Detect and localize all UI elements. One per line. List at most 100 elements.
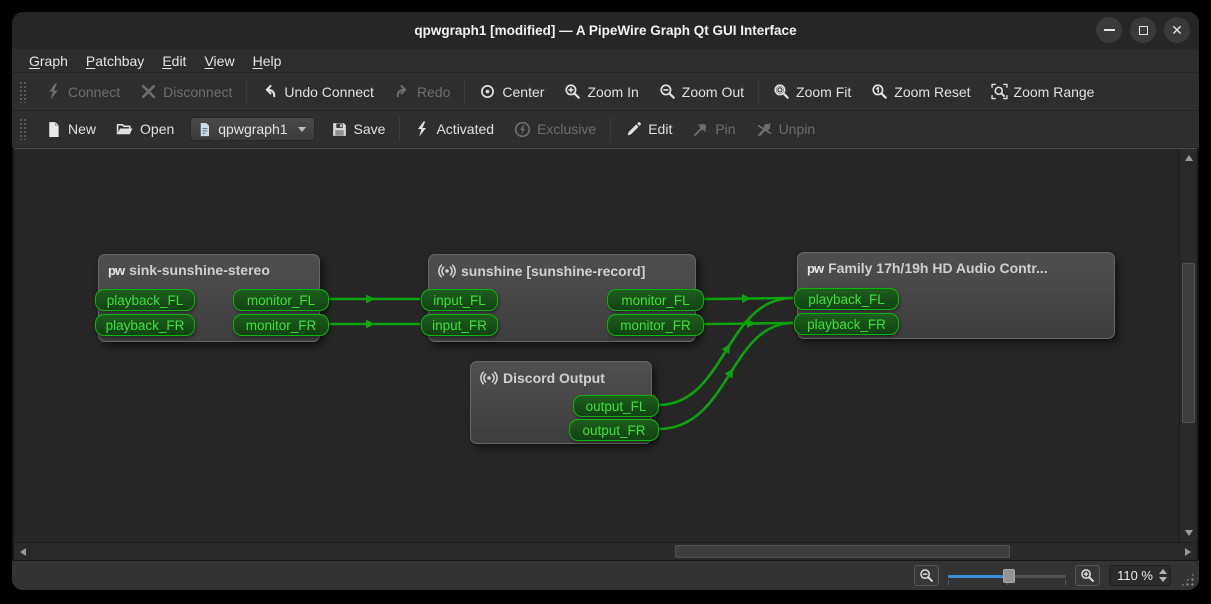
port-playback-fl[interactable]: playback_FL (794, 288, 899, 310)
stream-icon (438, 262, 456, 280)
scroll-right-button[interactable] (1179, 543, 1197, 561)
redo-button[interactable]: Redo (384, 78, 460, 105)
zoom-in-icon (1080, 568, 1095, 583)
zoom-slider-handle[interactable] (1003, 569, 1015, 583)
graph-scene[interactable]: pw sink-sunshine-stereo playback_FL play… (14, 149, 1179, 542)
zoom-in-button[interactable]: Zoom In (554, 78, 648, 105)
exclusive-icon (514, 121, 531, 138)
zoom-fit-icon (773, 83, 790, 100)
new-file-icon (45, 121, 62, 138)
scroll-down-button[interactable] (1180, 524, 1198, 542)
activated-button[interactable]: Activated (404, 116, 504, 142)
connect-button[interactable]: Connect (35, 78, 130, 105)
toolbar-separator (464, 80, 465, 104)
unpin-icon (756, 121, 773, 138)
save-button[interactable]: Save (321, 116, 396, 143)
pin-icon (692, 121, 709, 138)
close-button[interactable]: ✕ (1164, 17, 1190, 43)
unpin-button[interactable]: Unpin (746, 116, 826, 143)
pipewire-icon: pw (807, 261, 823, 276)
zoom-slider[interactable] (948, 566, 1066, 586)
disconnect-icon (140, 83, 157, 100)
titlebar[interactable]: qpwgraph1 [modified] — A PipeWire Graph … (12, 12, 1199, 49)
patchbay-select-value: qpwgraph1 (218, 121, 287, 137)
node-family-hd-audio[interactable]: pw Family 17h/19h HD Audio Contr... play… (797, 252, 1115, 339)
node-discord-output[interactable]: Discord Output output_FL output_FR (470, 361, 652, 444)
port-input-fr[interactable]: input_FR (421, 314, 498, 336)
menu-help[interactable]: Help (244, 52, 291, 70)
canvas-wrap: pw sink-sunshine-stereo playback_FL play… (12, 148, 1199, 560)
port-monitor-fr[interactable]: monitor_FR (607, 314, 704, 336)
connections-layer (14, 149, 1179, 542)
new-button[interactable]: New (35, 116, 106, 143)
toolbar-graph: Connect Disconnect Undo Connect Redo (12, 73, 1199, 111)
redo-icon (394, 83, 411, 100)
undo-connect-button[interactable]: Undo Connect (251, 78, 384, 105)
node-title: sink-sunshine-stereo (129, 262, 270, 278)
port-playback-fr[interactable]: playback_FR (95, 314, 195, 336)
port-playback-fr[interactable]: playback_FR (794, 313, 899, 335)
open-button[interactable]: Open (106, 116, 184, 143)
port-monitor-fr[interactable]: monitor_FR (233, 314, 329, 336)
spin-up-icon[interactable] (1159, 569, 1167, 574)
menu-view[interactable]: View (195, 52, 243, 70)
node-sink-sunshine-stereo[interactable]: pw sink-sunshine-stereo playback_FL play… (98, 254, 320, 342)
undo-icon (261, 83, 278, 100)
port-output-fr[interactable]: output_FR (569, 419, 659, 441)
chevron-down-icon (298, 127, 306, 132)
zoom-range-button[interactable]: Zoom Range (981, 78, 1105, 105)
menubar: Graph Patchbay Edit View Help (12, 49, 1199, 73)
zoom-out-icon (659, 83, 676, 100)
menu-graph[interactable]: Graph (20, 52, 77, 70)
port-monitor-fl[interactable]: monitor_FL (607, 289, 704, 311)
zoom-spinbox[interactable]: 110 % (1109, 565, 1171, 586)
arrow-left-icon (20, 548, 26, 556)
horizontal-scrollbar-thumb[interactable] (675, 545, 1010, 558)
toolbar-drag-handle[interactable] (19, 81, 27, 103)
zoom-out-icon (919, 568, 934, 583)
patchbay-select[interactable]: qpwgraph1 (190, 117, 314, 141)
slider-tick (1065, 580, 1066, 585)
activated-lightning-icon (414, 121, 430, 137)
maximize-button[interactable] (1130, 17, 1156, 43)
toolbar-separator (610, 117, 611, 141)
connect-icon (45, 83, 62, 100)
zoom-fit-button[interactable]: Zoom Fit (763, 78, 861, 105)
zoom-in-icon (564, 83, 581, 100)
node-sunshine[interactable]: sunshine [sunshine-record] input_FL inpu… (428, 254, 696, 342)
statusbar-zoom-out-button[interactable] (914, 565, 939, 586)
save-icon (331, 121, 348, 138)
toolbar-separator (399, 117, 400, 141)
edit-button[interactable]: Edit (615, 116, 682, 143)
zoom-range-icon (991, 83, 1008, 100)
vertical-scrollbar-thumb[interactable] (1182, 263, 1195, 423)
toolbar-patchbay: New Open qpwgraph1 Save Act (12, 111, 1199, 148)
disconnect-button[interactable]: Disconnect (130, 78, 242, 105)
minimize-button[interactable] (1096, 17, 1122, 43)
toolbar-drag-handle[interactable] (19, 118, 27, 140)
port-playback-fl[interactable]: playback_FL (95, 289, 195, 311)
toolbar-separator (246, 80, 247, 104)
arrow-up-icon (1185, 155, 1193, 161)
port-input-fl[interactable]: input_FL (421, 289, 498, 311)
zoom-reset-button[interactable]: Zoom Reset (861, 78, 980, 105)
arrow-down-icon (1185, 530, 1193, 536)
menu-patchbay[interactable]: Patchbay (77, 52, 153, 70)
scroll-left-button[interactable] (14, 543, 32, 561)
statusbar-zoom-in-button[interactable] (1075, 565, 1100, 586)
port-monitor-fl[interactable]: monitor_FL (233, 289, 329, 311)
scroll-up-button[interactable] (1180, 149, 1198, 167)
node-title: Family 17h/19h HD Audio Contr... (828, 260, 1048, 276)
spin-down-icon[interactable] (1159, 577, 1167, 582)
window-resize-grip[interactable] (1180, 572, 1195, 587)
vertical-scrollbar[interactable] (1179, 149, 1197, 542)
menu-edit[interactable]: Edit (153, 52, 195, 70)
pipewire-icon: pw (108, 263, 124, 278)
port-output-fl[interactable]: output_FL (573, 395, 659, 417)
pin-button[interactable]: Pin (682, 116, 745, 143)
exclusive-button[interactable]: Exclusive (504, 116, 606, 143)
zoom-out-button[interactable]: Zoom Out (649, 78, 754, 105)
center-button[interactable]: Center (469, 78, 554, 105)
horizontal-scrollbar[interactable] (14, 542, 1197, 560)
statusbar: 110 % (12, 560, 1199, 590)
